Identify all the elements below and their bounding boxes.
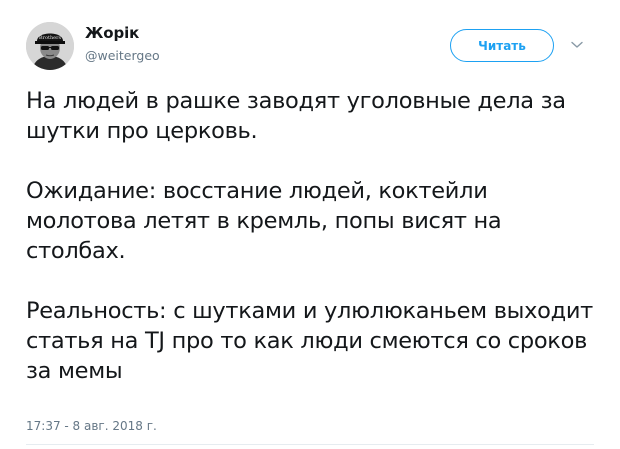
avatar[interactable]: Brothers: [26, 22, 74, 70]
author-handle[interactable]: @weitergeo: [85, 48, 160, 63]
more-menu-button[interactable]: [568, 36, 586, 54]
avatar-image: Brothers: [26, 22, 74, 70]
author-name[interactable]: Жорік: [85, 24, 139, 42]
tweet-paragraph: Ожидание: восстание людей, коктейли моло…: [26, 178, 502, 264]
divider: [26, 444, 594, 445]
tweet-paragraph: Реальность: с шутками и улюлюканьем выхо…: [26, 298, 593, 384]
tweet-paragraph: На людей в рашке заводят уголовные дела …: [26, 88, 566, 144]
svg-text:Brothers: Brothers: [39, 35, 62, 41]
tweet-text: На людей в рашке заводят уголовные дела …: [26, 86, 601, 386]
follow-button[interactable]: Читать: [450, 29, 554, 62]
tweet-card: Brothers Жорік @weitergeo Читать На люде…: [0, 0, 620, 449]
tweet-timestamp[interactable]: 17:37 - 8 авг. 2018 г.: [26, 419, 157, 433]
chevron-down-icon: [571, 41, 583, 48]
